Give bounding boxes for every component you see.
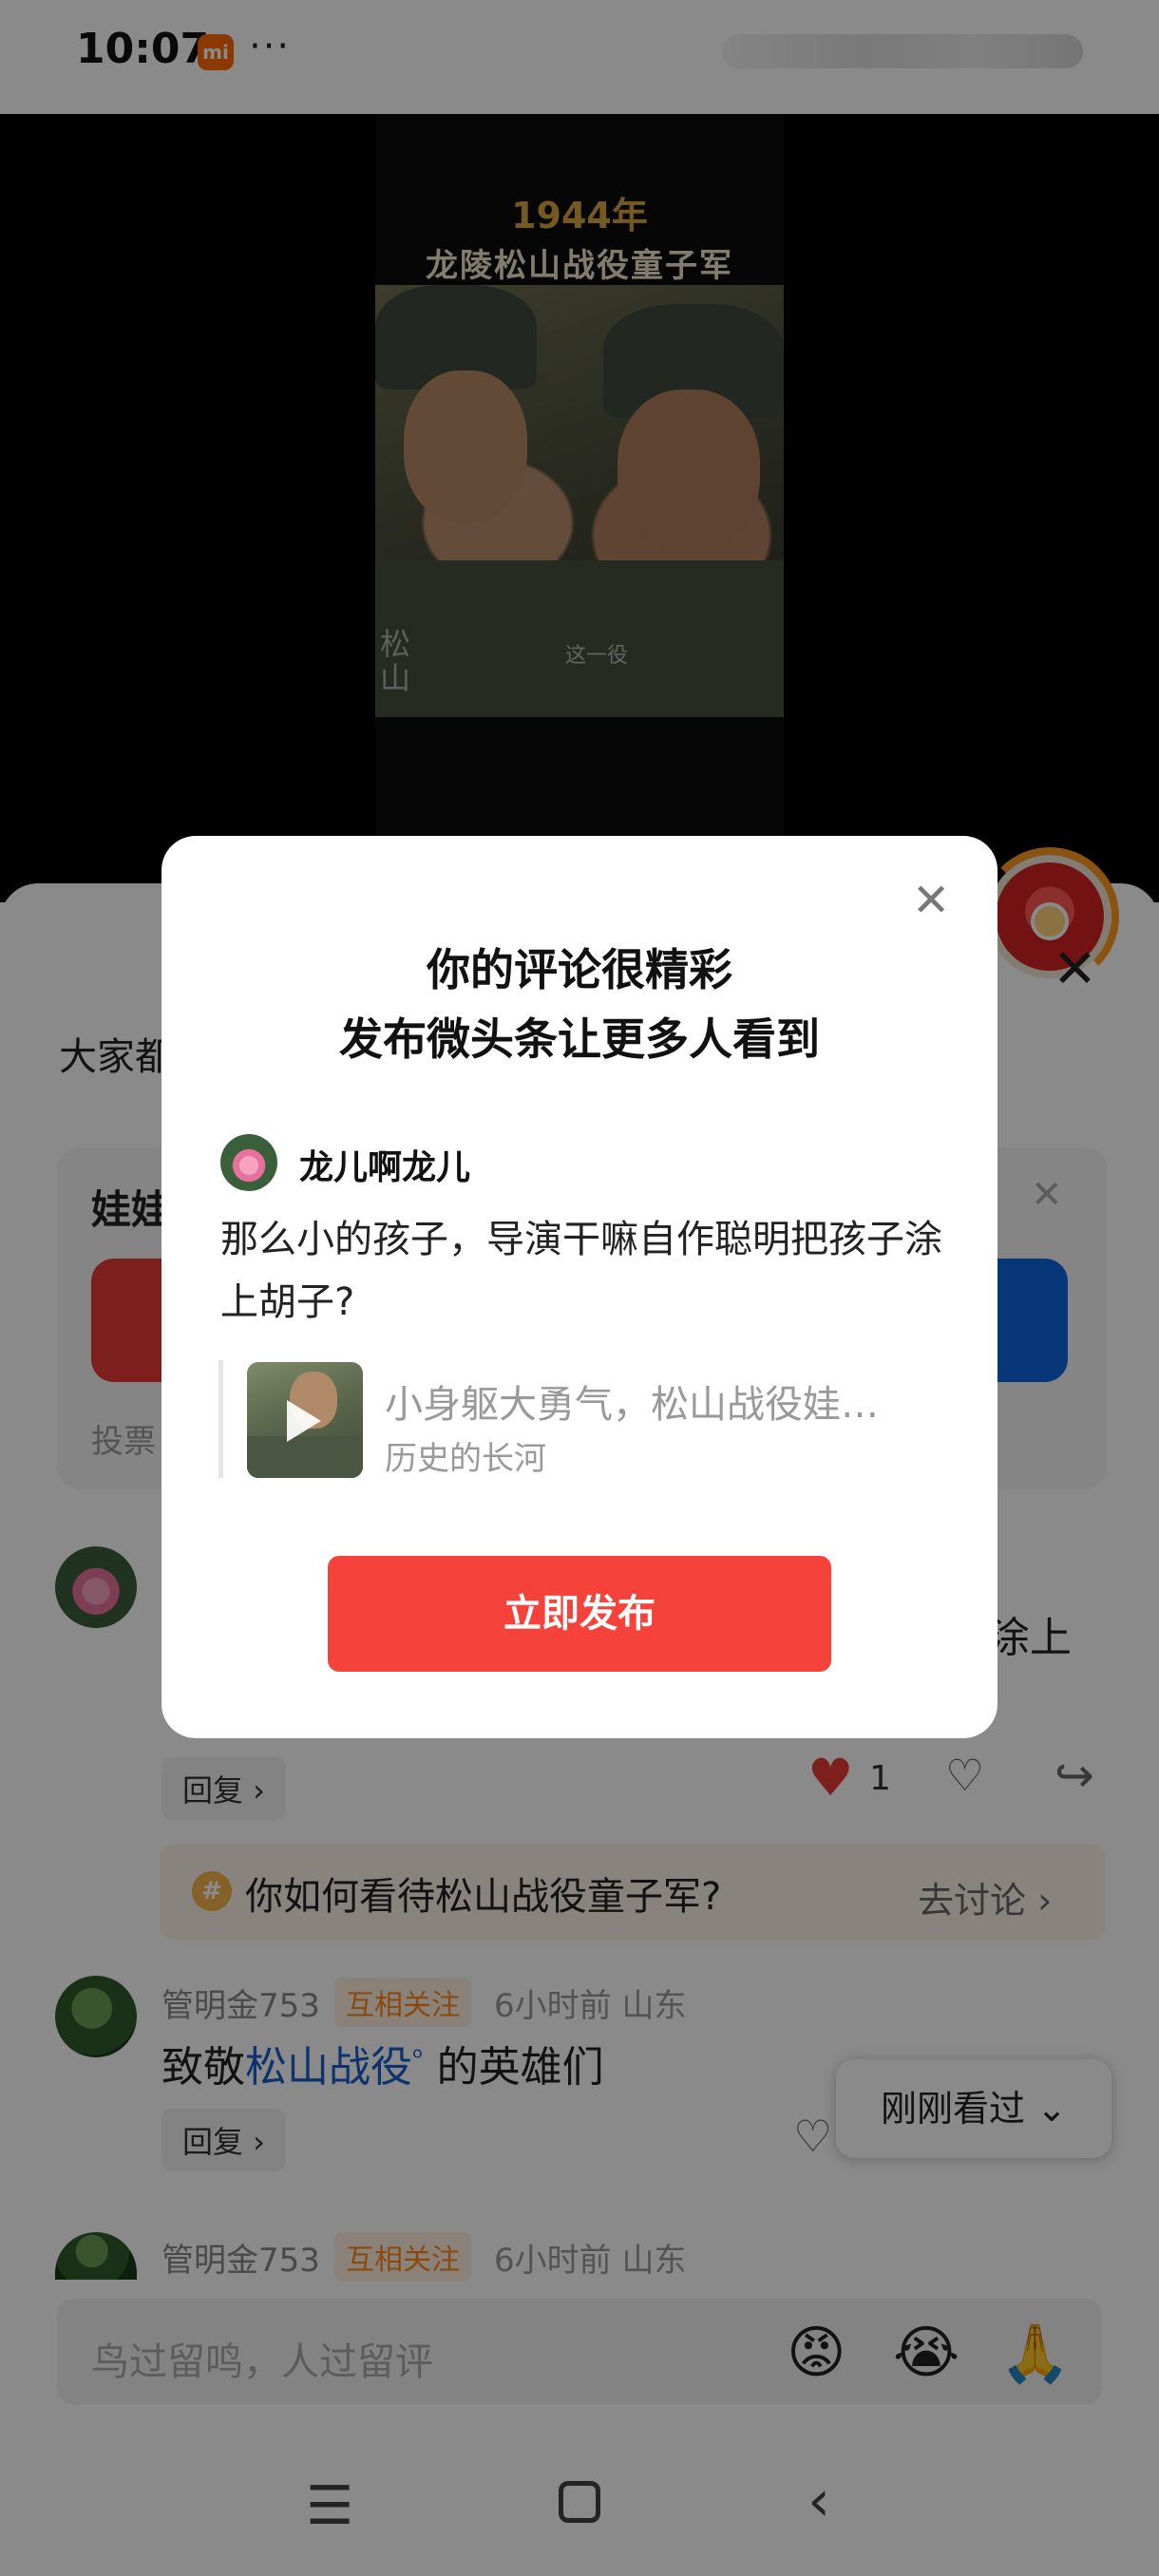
dialog-close-icon[interactable]: ✕ xyxy=(912,874,950,927)
dialog-comment-text: 那么小的孩子，导演干嘛自作聪明把孩子涂上胡子? xyxy=(220,1218,942,1324)
publish-button[interactable]: 立即发布 xyxy=(328,1556,831,1672)
quote-bar xyxy=(218,1360,223,1478)
play-icon xyxy=(287,1400,321,1442)
dialog-title-line2: 发布微头条让更多人看到 xyxy=(339,1013,820,1065)
dialog-username: 龙儿啊龙儿 xyxy=(299,1148,471,1187)
dialog-title-line1: 你的评论很精彩 xyxy=(427,944,732,995)
dialog-video-author: 历史的长河 xyxy=(385,1440,546,1478)
dialog-video-title: 小身躯大勇气，松山战役娃… xyxy=(385,1383,879,1427)
dialog-user-avatar xyxy=(220,1134,277,1191)
